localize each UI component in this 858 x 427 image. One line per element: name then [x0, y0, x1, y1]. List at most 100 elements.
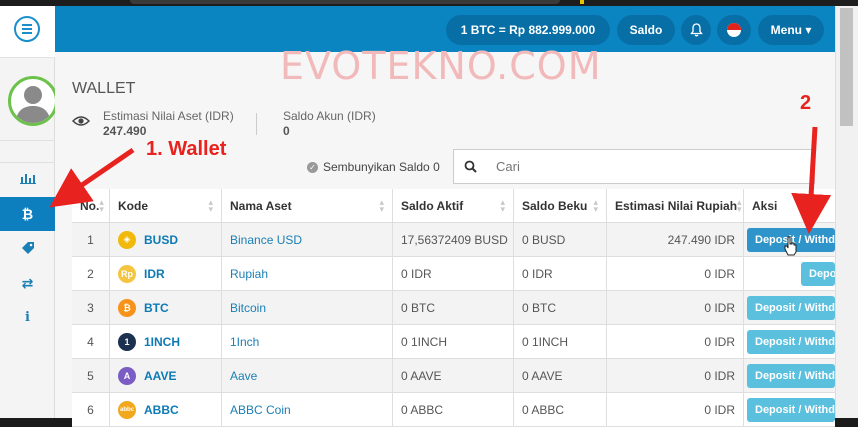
deposit-withdraw-button[interactable]: Deposit / Withdraw	[747, 363, 835, 388]
hamburger-menu-icon[interactable]	[14, 16, 40, 42]
estimated-value: 0 IDR	[607, 291, 744, 324]
header-kode[interactable]: Kode ▴ ▾	[110, 189, 222, 222]
asset-name-link[interactable]: Rupiah	[230, 267, 268, 281]
hide-balance-toggle[interactable]: ✓ Sembunyikan Saldo 0	[307, 160, 440, 174]
watermark: EVOTEKNO.COM	[280, 44, 602, 88]
action-cell: Deposit	[744, 257, 835, 290]
asset-name-cell[interactable]: Bitcoin	[222, 291, 393, 324]
sidebar-item-dashboard[interactable]	[0, 161, 55, 195]
deposit-withdraw-button[interactable]: Deposit	[801, 261, 835, 286]
estimated-value: 0 IDR	[607, 257, 744, 290]
header-no[interactable]: No. ▴ ▾	[72, 189, 110, 222]
row-number: 5	[72, 359, 110, 392]
sidebar-item-info[interactable]: i	[0, 300, 55, 334]
header-saldo-beku[interactable]: Saldo Beku ▴ ▾	[514, 189, 607, 222]
action-cell: Deposit / Withdraw	[744, 359, 835, 392]
sidebar-item-wallet[interactable]: ₿	[0, 197, 55, 231]
coin-code-cell[interactable]: A AAVE	[110, 359, 222, 392]
address-bar	[130, 0, 560, 4]
deposit-withdraw-button[interactable]: Deposit / Withdraw	[747, 295, 835, 320]
coin-code: BUSD	[144, 232, 179, 247]
saldo-button[interactable]: Saldo	[617, 15, 675, 45]
table-header-row: No. ▴ ▾ Kode ▴ ▾ Nama Aset ▴ ▾ Saldo Aktif ▴ ▾ S…	[72, 189, 835, 223]
avatar[interactable]	[8, 76, 58, 126]
menu-button[interactable]: Menu ▾	[758, 15, 824, 45]
row-number: 6	[72, 393, 110, 426]
active-balance: 0 ABBC	[393, 393, 514, 426]
sidebar-item-tag[interactable]	[0, 231, 55, 265]
asset-name-cell[interactable]: Rupiah	[222, 257, 393, 290]
tag-icon	[21, 242, 34, 254]
active-balance: 0 BTC	[393, 291, 514, 324]
header-saldo-aktif[interactable]: Saldo Aktif ▴ ▾	[393, 189, 514, 222]
hide-balance-label: Sembunyikan Saldo 0	[323, 160, 440, 174]
coin-code: BTC	[144, 300, 169, 315]
info-icon: i	[25, 309, 30, 325]
asset-name-cell[interactable]: Binance USD	[222, 223, 393, 256]
action-cell: Deposit / Withdraw	[744, 291, 835, 324]
coin-code-cell[interactable]: ₿ BTC	[110, 291, 222, 324]
row-number: 4	[72, 325, 110, 358]
estimated-value: 0 IDR	[607, 325, 744, 358]
sidebar-item-transfer[interactable]: ⇄	[0, 266, 55, 300]
estimasi-value: 247.490	[103, 124, 147, 138]
estimasi-label: Estimasi Nilai Aset (IDR)	[103, 109, 234, 123]
search-input[interactable]	[486, 149, 815, 184]
table-row: 1 ◈ BUSD Binance USD 17,56372409 BUSD 0 BUSD 2…	[72, 223, 835, 257]
estimated-value: 0 IDR	[607, 393, 744, 426]
language-button[interactable]	[717, 15, 751, 45]
eye-icon[interactable]	[72, 114, 90, 128]
row-number: 3	[72, 291, 110, 324]
row-number: 2	[72, 257, 110, 290]
asset-name-link[interactable]: Bitcoin	[230, 301, 266, 315]
coin-logo-icon: A	[118, 366, 136, 385]
search-button[interactable]	[453, 149, 487, 184]
btc-rate-badge: 1 BTC = Rp 882.999.000	[446, 15, 610, 45]
coin-code-cell[interactable]: 1 1INCH	[110, 325, 222, 358]
sort-icon: ▴ ▾	[99, 196, 104, 214]
frozen-balance: 0 IDR	[514, 257, 607, 290]
estimated-value: 0 IDR	[607, 359, 744, 392]
sidebar: ₿ ⇄ i	[0, 6, 58, 418]
transfer-icon: ⇄	[21, 274, 34, 291]
table-row: 2RpIDRRupiah0 IDR0 IDR0 IDRDeposit	[72, 257, 835, 291]
coin-code: AAVE	[144, 368, 177, 383]
coin-code-cell[interactable]: ◈ BUSD	[110, 223, 222, 256]
asset-name-cell[interactable]: Aave	[222, 359, 393, 392]
scrollbar-thumb[interactable]	[840, 8, 853, 126]
sort-icon: ▴ ▾	[593, 196, 598, 214]
header-estimasi[interactable]: Estimasi Nilai Rupiah ▴ ▾	[607, 189, 744, 222]
hand-cursor-icon	[784, 236, 797, 256]
asset-name-link[interactable]: ABBC Coin	[230, 403, 291, 417]
coin-code: IDR	[144, 266, 165, 281]
frozen-balance: 0 BUSD	[514, 223, 607, 256]
notification-button[interactable]	[681, 15, 711, 45]
row-number: 1	[72, 223, 110, 256]
sidebar-header	[0, 6, 55, 58]
asset-name-link[interactable]: Binance USD	[230, 233, 302, 247]
sidebar-divider	[0, 140, 55, 141]
frozen-balance: 0 1INCH	[514, 325, 607, 358]
frozen-balance: 0 BTC	[514, 291, 607, 324]
sort-icon: ▴ ▾	[737, 196, 742, 214]
annotation-wallet-label: 1. Wallet	[146, 138, 227, 160]
coin-logo-icon: ◈	[118, 230, 136, 249]
header-aksi: Aksi	[752, 198, 778, 213]
asset-name-link[interactable]: 1Inch	[230, 335, 259, 349]
asset-name-cell[interactable]: 1Inch	[222, 325, 393, 358]
asset-name-cell[interactable]: ABBC Coin	[222, 393, 393, 426]
coin-code-cell[interactable]: Rp IDR	[110, 257, 222, 290]
bookmark-marker	[580, 0, 584, 4]
active-balance: 0 1INCH	[393, 325, 514, 358]
frozen-balance: 0 AAVE	[514, 359, 607, 392]
scrollbar[interactable]	[835, 6, 858, 418]
asset-name-link[interactable]: Aave	[230, 369, 257, 383]
header-nama-aset[interactable]: Nama Aset ▴ ▾	[222, 189, 393, 222]
coin-logo-icon: ₿	[118, 298, 136, 317]
bitcoin-icon: ₿	[21, 206, 34, 222]
table-row: 5 A AAVE Aave 0 AAVE 0 AAVE 0 IDR Deposit / Wit…	[72, 359, 835, 393]
deposit-withdraw-button[interactable]: Deposit / Withdraw	[747, 329, 835, 354]
page-title: WALLET	[72, 80, 136, 97]
coin-code-cell[interactable]: abbc ABBC	[110, 393, 222, 426]
check-circle-icon: ✓	[307, 161, 318, 173]
